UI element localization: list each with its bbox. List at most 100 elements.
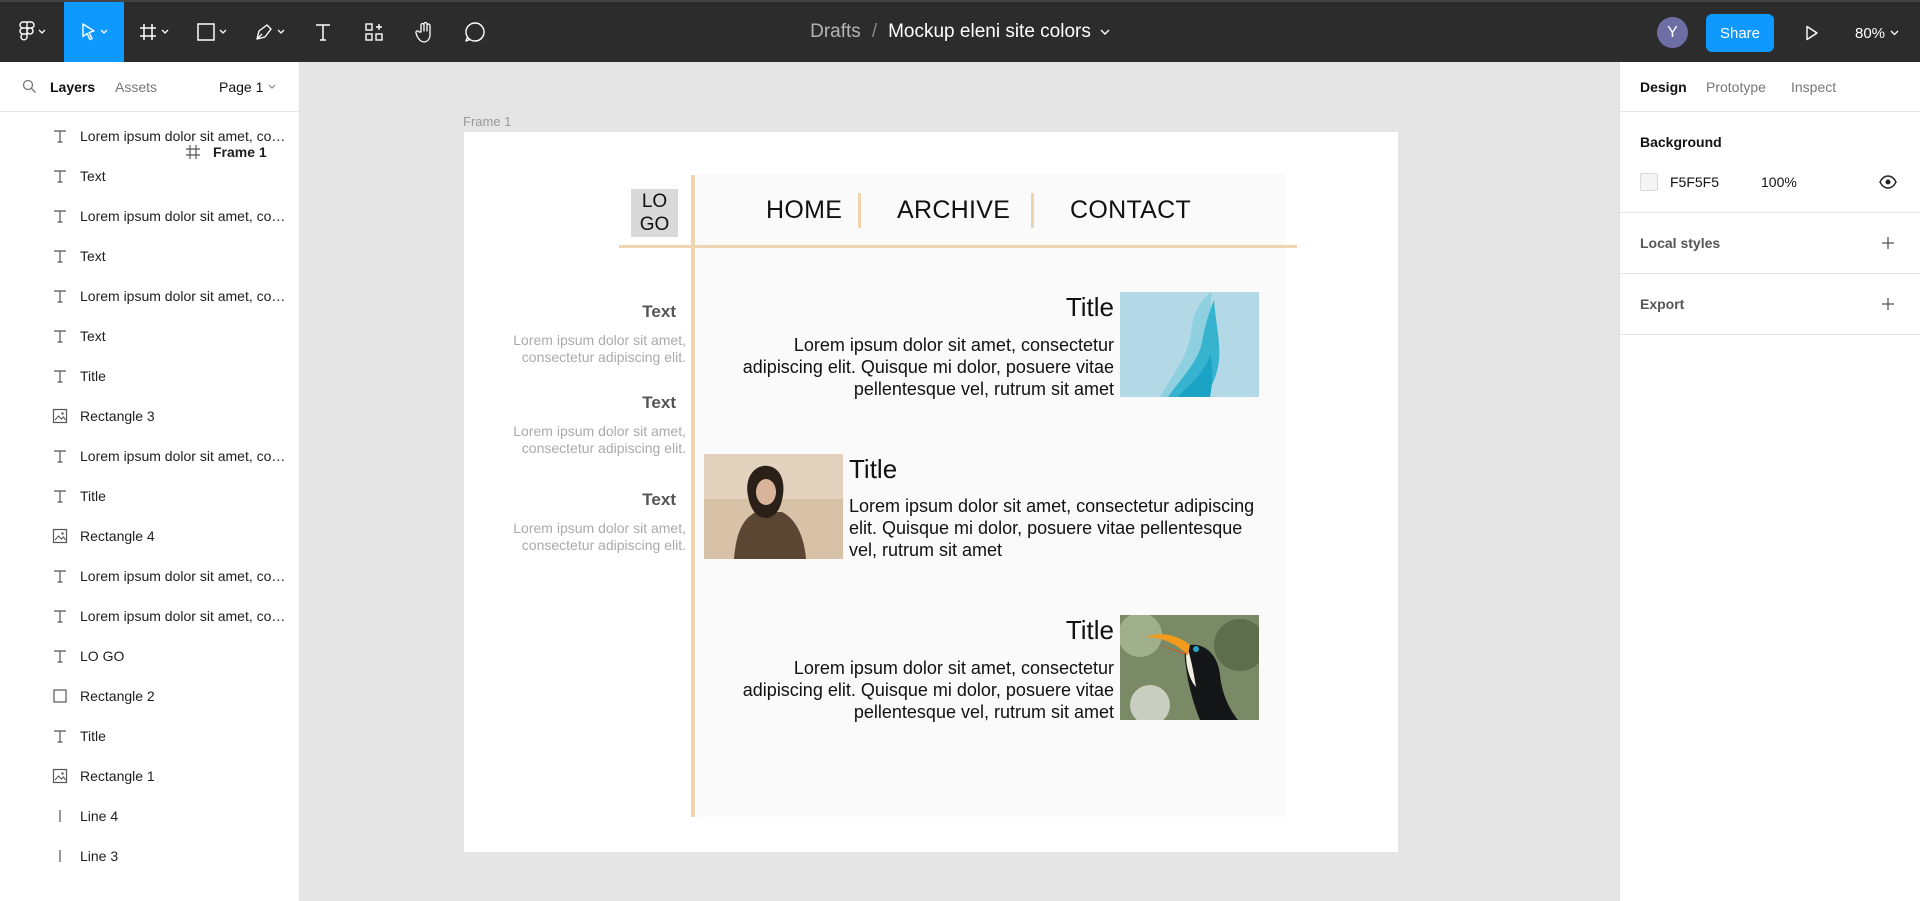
card-body[interactable]: Lorem ipsum dolor sit amet, consectetur …	[712, 334, 1114, 400]
layer-row[interactable]: Text	[0, 316, 299, 356]
chevron-down-icon	[100, 29, 107, 34]
properties-panel: Design Prototype Inspect Background F5F5…	[1619, 62, 1920, 901]
layer-row[interactable]: Text	[0, 236, 299, 276]
file-name-menu[interactable]: Mockup eleni site colors	[888, 21, 1110, 43]
frame-1[interactable]: LO GO HOME ARCHIVE CONTACT Text Lorem ip…	[464, 132, 1398, 852]
card-image-toucan[interactable]	[1120, 615, 1259, 720]
card-image-portrait[interactable]	[704, 454, 843, 559]
frame-tool-button[interactable]	[124, 2, 182, 62]
zoom-menu[interactable]: 80%	[1855, 20, 1899, 46]
pen-tool-button[interactable]	[240, 2, 298, 62]
search-icon[interactable]	[22, 79, 37, 94]
background-heading: Background	[1640, 134, 1722, 150]
resources-button[interactable]	[348, 2, 400, 62]
share-button[interactable]: Share	[1706, 14, 1774, 52]
page-name: Page 1	[219, 79, 264, 95]
tab-design[interactable]: Design	[1640, 79, 1687, 95]
layer-row[interactable]: Rectangle 3	[0, 396, 299, 436]
tab-layers[interactable]: Layers	[50, 79, 95, 95]
layer-row[interactable]: Rectangle 2	[0, 676, 299, 716]
components-icon	[365, 23, 383, 41]
figma-logo-icon	[18, 21, 35, 41]
text-layer-icon	[54, 290, 66, 303]
nav-home[interactable]: HOME	[766, 196, 842, 225]
background-section: Background F5F5F5 100%	[1620, 112, 1920, 213]
layer-row[interactable]: Lorem ipsum dolor sit amet, consectetur …	[0, 556, 299, 596]
frame-label[interactable]: Frame 1	[463, 114, 511, 129]
layer-row[interactable]: Rectangle 1	[0, 756, 299, 796]
layer-row[interactable]: Title	[0, 476, 299, 516]
layer-row[interactable]: Rectangle 4	[0, 516, 299, 556]
comment-icon	[465, 22, 485, 42]
card-image-abstract[interactable]	[1120, 292, 1259, 397]
layer-name: Lorem ipsum dolor sit amet, consectetur …	[80, 128, 290, 144]
text-tool-button[interactable]	[298, 2, 348, 62]
text-icon	[316, 24, 330, 41]
text-layer-icon	[54, 370, 66, 383]
background-opacity-input[interactable]: 100%	[1761, 174, 1797, 190]
layer-row[interactable]: Text	[0, 156, 299, 196]
shape-tool-button[interactable]	[182, 2, 240, 62]
nav-separator[interactable]	[858, 193, 861, 228]
card-title[interactable]: Title	[849, 454, 1049, 485]
layer-name: Title	[80, 488, 106, 504]
card-body[interactable]: Lorem ipsum dolor sit amet, consectetur …	[849, 495, 1261, 561]
horizontal-divider-line[interactable]	[619, 245, 1297, 248]
sidebar-title[interactable]: Text	[584, 393, 676, 413]
woman-portrait-image	[704, 454, 843, 559]
plus-icon[interactable]	[1880, 235, 1896, 251]
logo-placeholder[interactable]: LO GO	[631, 189, 678, 237]
local-styles-section: Local styles	[1620, 213, 1920, 274]
layer-row[interactable]: Title	[0, 356, 299, 396]
tab-assets[interactable]: Assets	[115, 79, 157, 95]
avatar[interactable]: Y	[1657, 17, 1688, 48]
layer-row[interactable]: Lorem ipsum dolor sit amet, consectetur …	[0, 596, 299, 636]
background-hex-input[interactable]: F5F5F5	[1670, 174, 1719, 190]
sidebar-text[interactable]: Lorem ipsum dolor sit amet, consectetur …	[494, 423, 686, 457]
layer-name: Line 4	[80, 808, 119, 824]
eye-icon[interactable]	[1879, 173, 1897, 191]
layer-row[interactable]: Lorem ipsum dolor sit amet, consectetur …	[0, 436, 299, 476]
plus-icon[interactable]	[1880, 296, 1896, 312]
layer-name: Rectangle 2	[80, 688, 155, 704]
present-button[interactable]	[1797, 18, 1827, 48]
sidebar-text[interactable]: Lorem ipsum dolor sit amet, consectetur …	[494, 332, 686, 366]
layer-row[interactable]: Lorem ipsum dolor sit amet, consectetur …	[0, 196, 299, 236]
layer-name: Rectangle 1	[80, 768, 155, 784]
layer-name: Rectangle 4	[80, 528, 155, 544]
nav-archive[interactable]: ARCHIVE	[897, 196, 1010, 225]
page-selector[interactable]: Page 1	[219, 79, 276, 95]
hand-tool-button[interactable]	[400, 2, 450, 62]
comment-tool-button[interactable]	[450, 2, 500, 62]
card-body[interactable]: Lorem ipsum dolor sit amet, consectetur …	[712, 657, 1114, 723]
breadcrumb-folder[interactable]: Drafts	[810, 21, 861, 43]
layer-name: Text	[80, 248, 106, 264]
card-title[interactable]: Title	[984, 615, 1114, 646]
layer-row[interactable]: Line 4	[0, 796, 299, 836]
nav-separator[interactable]	[1031, 193, 1034, 228]
layer-row[interactable]: Title	[0, 716, 299, 756]
layer-name: Lorem ipsum dolor sit amet, consectetur …	[80, 448, 290, 464]
sidebar-title[interactable]: Text	[584, 302, 676, 322]
text-layer-icon	[54, 570, 66, 583]
layer-row[interactable]: Lorem ipsum dolor sit amet, consectetur …	[0, 116, 299, 156]
frame-icon	[139, 24, 156, 40]
layer-row[interactable]: Lorem ipsum dolor sit amet, consectetur …	[0, 276, 299, 316]
layer-row[interactable]: LO GO	[0, 636, 299, 676]
play-icon	[1806, 25, 1818, 41]
sidebar-title[interactable]: Text	[584, 490, 676, 510]
card-title[interactable]: Title	[984, 292, 1114, 323]
pen-icon	[255, 24, 272, 40]
chevron-down-icon	[1100, 29, 1110, 35]
move-tool-button[interactable]	[64, 2, 124, 62]
nav-contact[interactable]: CONTACT	[1070, 196, 1191, 225]
canvas[interactable]: Frame 1 LO GO HOME ARCHIVE CONTACT Text …	[301, 62, 1619, 901]
rectangle-icon	[196, 23, 215, 41]
vertical-divider-line[interactable]	[691, 175, 695, 817]
tab-prototype[interactable]: Prototype	[1706, 79, 1766, 95]
sidebar-text[interactable]: Lorem ipsum dolor sit amet, consectetur …	[494, 520, 686, 554]
background-color-swatch[interactable]	[1640, 173, 1658, 191]
tab-inspect[interactable]: Inspect	[1791, 79, 1836, 95]
layer-row[interactable]: Line 3	[0, 836, 299, 876]
main-menu-button[interactable]	[0, 2, 64, 62]
